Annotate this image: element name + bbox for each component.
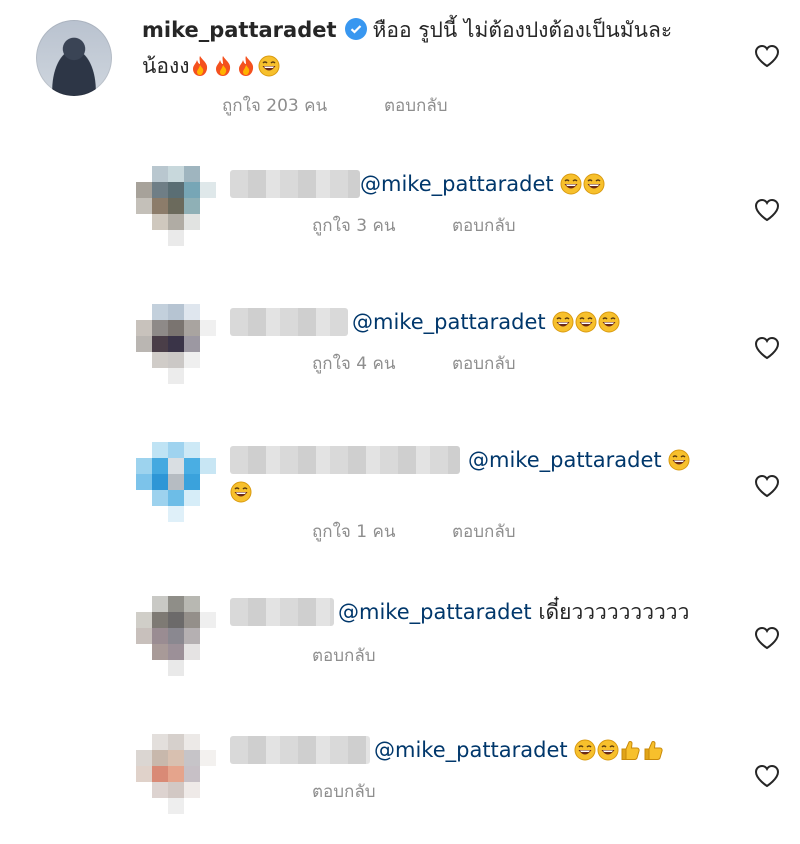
reply-button[interactable]: ตอบกลับ bbox=[452, 350, 516, 377]
reply-comment: @mike_pattaradet ถูกใจ 4 คน ตอบกลับ bbox=[0, 298, 800, 388]
reply-comment: @mike_pattaradet ถูกใจ 1 คน ตอบกลับ bbox=[0, 436, 800, 546]
mention-link[interactable]: @mike_pattaradet bbox=[374, 738, 568, 762]
reply-button[interactable]: ตอบกลับ bbox=[312, 778, 376, 805]
avatar[interactable] bbox=[136, 442, 216, 522]
reply-text: @mike_pattaradet bbox=[352, 308, 621, 336]
avatar[interactable] bbox=[136, 734, 216, 814]
like-count[interactable]: ถูกใจ 1 คน bbox=[312, 518, 395, 545]
grinning-sweat-emoji bbox=[597, 739, 619, 761]
verified-badge-icon bbox=[344, 18, 367, 40]
avatar[interactable] bbox=[136, 596, 216, 676]
thumbs-up-emoji bbox=[643, 739, 665, 761]
like-count[interactable]: ถูกใจ 4 คน bbox=[312, 350, 395, 377]
grinning-sweat-emoji bbox=[598, 311, 620, 333]
grinning-sweat-emoji bbox=[668, 449, 690, 471]
avatar[interactable] bbox=[36, 20, 112, 96]
mention-link[interactable]: @mike_pattaradet bbox=[360, 172, 554, 196]
fire-emoji bbox=[189, 55, 211, 77]
heart-icon[interactable] bbox=[754, 336, 780, 360]
main-comment: mike_pattaradet หืออ รูปนี้ ไม่ต้องปงต้อง… bbox=[0, 0, 800, 130]
comment-text-line1: mike_pattaradet หืออ รูปนี้ ไม่ต้องปงต้อง… bbox=[142, 16, 672, 44]
grinning-sweat-emoji bbox=[583, 173, 605, 195]
reply-text: @mike_pattaradet เดี๋ยวววววววววว bbox=[338, 598, 689, 626]
like-count[interactable]: ถูกใจ 3 คน bbox=[312, 212, 395, 239]
reply-text: @mike_pattaradet bbox=[374, 736, 666, 764]
comment-body: หืออ รูปนี้ ไม่ต้องปงต้องเป็นมันละ bbox=[372, 18, 673, 42]
fire-emoji bbox=[212, 55, 234, 77]
heart-icon[interactable] bbox=[754, 764, 780, 788]
heart-icon[interactable] bbox=[754, 44, 780, 68]
heart-icon[interactable] bbox=[754, 626, 780, 650]
blurred-username[interactable] bbox=[230, 170, 360, 198]
grinning-sweat-emoji bbox=[230, 481, 252, 503]
reply-text: @mike_pattaradet bbox=[468, 446, 691, 474]
reply-text-line2 bbox=[230, 478, 253, 506]
grinning-sweat-emoji bbox=[575, 311, 597, 333]
blurred-username[interactable] bbox=[230, 446, 460, 474]
comment-text-line2: น้องง bbox=[142, 52, 281, 80]
grinning-sweat-emoji bbox=[552, 311, 574, 333]
username[interactable]: mike_pattaradet bbox=[142, 18, 337, 42]
reply-comment: @mike_pattaradet เดี๋ยวววววววววว ตอบกลับ bbox=[0, 590, 800, 680]
mention-link[interactable]: @mike_pattaradet bbox=[338, 600, 532, 624]
heart-icon[interactable] bbox=[754, 474, 780, 498]
blurred-username[interactable] bbox=[230, 308, 348, 336]
reply-button[interactable]: ตอบกลับ bbox=[452, 518, 516, 545]
avatar[interactable] bbox=[136, 166, 216, 246]
reply-body: เดี๋ยวววววววววว bbox=[538, 600, 690, 624]
grinning-sweat-emoji bbox=[560, 173, 582, 195]
heart-icon[interactable] bbox=[754, 198, 780, 222]
comment-body-2: น้องง bbox=[142, 54, 190, 78]
mention-link[interactable]: @mike_pattaradet bbox=[468, 448, 662, 472]
reply-button[interactable]: ตอบกลับ bbox=[384, 92, 448, 119]
reply-button[interactable]: ตอบกลับ bbox=[312, 642, 376, 669]
blurred-username[interactable] bbox=[230, 736, 370, 764]
avatar[interactable] bbox=[136, 304, 216, 384]
reply-button[interactable]: ตอบกลับ bbox=[452, 212, 516, 239]
reply-text: @mike_pattaradet bbox=[360, 170, 606, 198]
fire-emoji bbox=[235, 55, 257, 77]
blurred-username[interactable] bbox=[230, 598, 334, 626]
like-count[interactable]: ถูกใจ 203 คน bbox=[222, 92, 327, 119]
thumbs-up-emoji bbox=[620, 739, 642, 761]
grinning-sweat-emoji bbox=[258, 55, 280, 77]
reply-comment: @mike_pattaradet ถูกใจ 3 คน ตอบกลับ bbox=[0, 160, 800, 250]
mention-link[interactable]: @mike_pattaradet bbox=[352, 310, 546, 334]
grinning-sweat-emoji bbox=[574, 739, 596, 761]
reply-comment: @mike_pattaradet ตอบกลับ bbox=[0, 728, 800, 828]
